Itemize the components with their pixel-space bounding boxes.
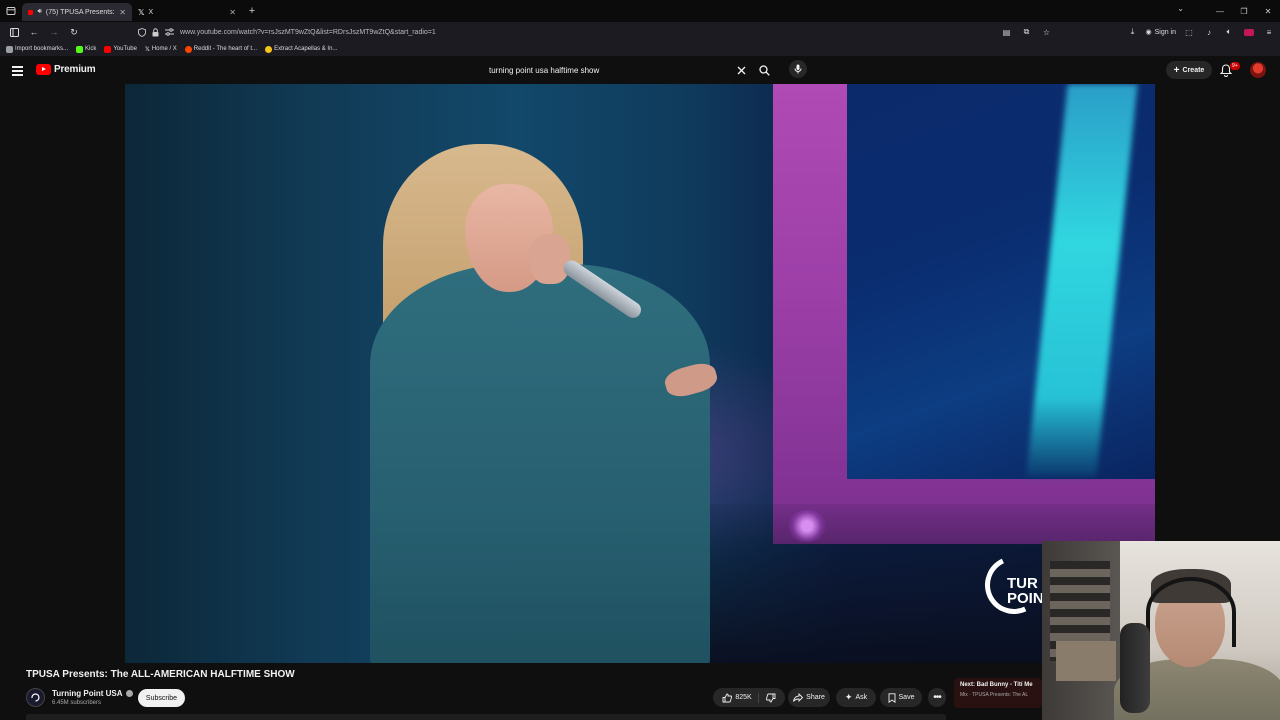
acapella-icon — [265, 45, 273, 53]
like-count: 825K — [735, 694, 752, 701]
youtube-logo[interactable]: Premium — [36, 64, 96, 75]
up-next-card[interactable]: Next: Bad Bunny - Tití Me Mix · TPUSA Pr… — [954, 678, 1042, 708]
save-bookmark-icon — [888, 692, 895, 703]
x-icon: 𝕏 — [144, 46, 150, 53]
reload-icon[interactable]: ↻ — [66, 24, 82, 40]
picture-in-picture-icon[interactable]: ⧉ — [1019, 25, 1033, 39]
bookmark-kick[interactable]: Kick — [76, 45, 96, 53]
guide-menu-icon[interactable] — [12, 66, 23, 76]
subscribe-button[interactable]: Subscribe — [138, 689, 185, 707]
bookmark-reddit[interactable]: Reddit - The heart of t... — [184, 45, 257, 53]
extensions-icon[interactable]: ⬚ — [1182, 25, 1196, 39]
dislike-button[interactable] — [762, 693, 776, 703]
clear-search-icon[interactable] — [734, 63, 748, 77]
reddit-icon — [184, 45, 192, 53]
sparkle-icon: ✦ — [844, 692, 853, 702]
description-box-edge — [26, 714, 946, 720]
youtube-icon — [104, 45, 112, 53]
voice-search-mic-icon[interactable] — [789, 60, 807, 78]
tracking-shield-icon[interactable] — [138, 27, 146, 37]
address-bar[interactable]: www.youtube.com/watch?v=rsJszMT9wZtQ&lis… — [134, 24, 1086, 40]
kick-icon — [76, 45, 84, 53]
notification-count-badge: 9+ — [1230, 62, 1240, 70]
up-next-title: Next: Bad Bunny - Tití Me — [960, 682, 1033, 688]
tab-overflow-chevron-icon[interactable]: ⌄ — [1177, 4, 1184, 13]
browser-tab-bar: 🔊︎ (75) TPUSA Presents: The A ✕ 𝕏 X ✕ + … — [0, 0, 1280, 22]
sign-in-label: Sign in — [1154, 28, 1176, 36]
audio-playing-icon[interactable]: 🔊︎ — [37, 8, 41, 16]
webcam-overlay — [1042, 541, 1280, 720]
tab-close-icon[interactable]: ✕ — [229, 8, 236, 17]
tab-label: (75) TPUSA Presents: The A — [45, 8, 115, 16]
background-shelf — [1056, 641, 1116, 681]
like-dislike-group: 825K — [713, 688, 785, 707]
youtube-favicon-icon — [28, 9, 34, 15]
headset — [1146, 577, 1236, 647]
bookmark-acapellas[interactable]: Extract Acapellas & In... — [265, 45, 337, 53]
search-query: turning point usa halftime show — [489, 65, 600, 75]
verified-badge-icon — [125, 690, 133, 697]
reader-view-icon[interactable]: ▤ — [999, 25, 1013, 39]
channel-name-text: Turning Point USA — [52, 689, 123, 698]
logo-text: Premium — [54, 64, 96, 75]
youtube-play-icon — [36, 64, 51, 75]
new-tab-icon[interactable]: + — [244, 3, 260, 19]
sidebar-icon[interactable] — [6, 24, 22, 40]
sign-in-button[interactable]: ◉ Sign in — [1145, 28, 1176, 37]
up-next-subtitle: Mix · TPUSA Presents: The AL — [960, 692, 1029, 698]
share-arrow-icon — [793, 693, 804, 702]
ask-label: Ask — [855, 694, 868, 701]
audio-icon[interactable]: ♪ — [1202, 25, 1216, 39]
restore-icon[interactable]: ❐ — [1232, 7, 1256, 16]
bookmark-star-icon[interactable]: ☆ — [1039, 25, 1053, 39]
performer-outfit — [370, 264, 710, 663]
url-text: www.youtube.com/watch?v=rsJszMT9wZtQ&lis… — [180, 28, 436, 36]
save-button[interactable]: Save — [880, 688, 922, 707]
plus-icon: + — [1173, 64, 1180, 76]
lock-icon[interactable] — [152, 27, 159, 37]
bookmark-import[interactable]: Import bookmarks... — [6, 45, 68, 53]
bookmarks-bar: Import bookmarks... Kick YouTube 𝕏 Home /… — [0, 42, 1280, 56]
tab-youtube[interactable]: 🔊︎ (75) TPUSA Presents: The A ✕ — [22, 3, 132, 21]
mute-icon[interactable]: 🔈︎ — [1222, 25, 1236, 39]
addon-badge-icon[interactable] — [1242, 25, 1256, 39]
search-input[interactable]: turning point usa halftime show — [478, 60, 752, 80]
ask-button[interactable]: ✦ Ask — [836, 688, 876, 707]
close-window-icon[interactable]: ✕ — [1256, 7, 1280, 16]
back-icon[interactable]: ← — [26, 24, 42, 40]
x-favicon-icon: 𝕏 — [138, 7, 145, 17]
create-label: Create — [1182, 66, 1205, 74]
like-button[interactable]: 825K — [722, 692, 759, 703]
subscriber-count: 6.45M subscribers — [52, 700, 102, 706]
watermark-text: TUR POIN — [1007, 575, 1044, 607]
user-avatar[interactable] — [1250, 62, 1266, 78]
menu-icon[interactable]: ≡ — [1262, 25, 1276, 39]
video-title: TPUSA Presents: The ALL-AMERICAN HALFTIM… — [26, 669, 295, 680]
stage-spotlight — [787, 510, 827, 542]
bookmark-x[interactable]: 𝕏 Home / X — [145, 46, 177, 53]
account-icon: ◉ — [1145, 29, 1152, 36]
more-actions-icon[interactable]: ••• — [928, 688, 946, 707]
studio-microphone — [1120, 623, 1150, 713]
channel-avatar[interactable] — [26, 688, 45, 707]
share-button[interactable]: Share — [788, 688, 830, 707]
channel-name[interactable]: Turning Point USA — [52, 689, 133, 698]
minimize-icon[interactable]: — — [1208, 7, 1232, 16]
downloads-icon[interactable]: ⤓ — [1125, 25, 1139, 39]
tab-close-icon[interactable]: ✕ — [119, 8, 126, 17]
create-button[interactable]: + Create — [1166, 61, 1212, 79]
thumbs-up-icon — [722, 693, 733, 702]
permissions-icon[interactable] — [165, 28, 174, 36]
performer-hand — [530, 234, 570, 284]
forward-icon[interactable]: → — [46, 24, 62, 40]
tab-x[interactable]: 𝕏 X ✕ — [132, 3, 242, 21]
save-label: Save — [898, 694, 915, 701]
share-label: Share — [806, 694, 825, 701]
thumbs-down-icon — [765, 693, 776, 702]
bookmark-youtube[interactable]: YouTube — [104, 45, 137, 53]
tab-list-icon[interactable] — [0, 0, 22, 22]
search-icon[interactable] — [756, 62, 772, 78]
tab-label: X — [148, 8, 154, 16]
import-icon — [6, 45, 13, 53]
